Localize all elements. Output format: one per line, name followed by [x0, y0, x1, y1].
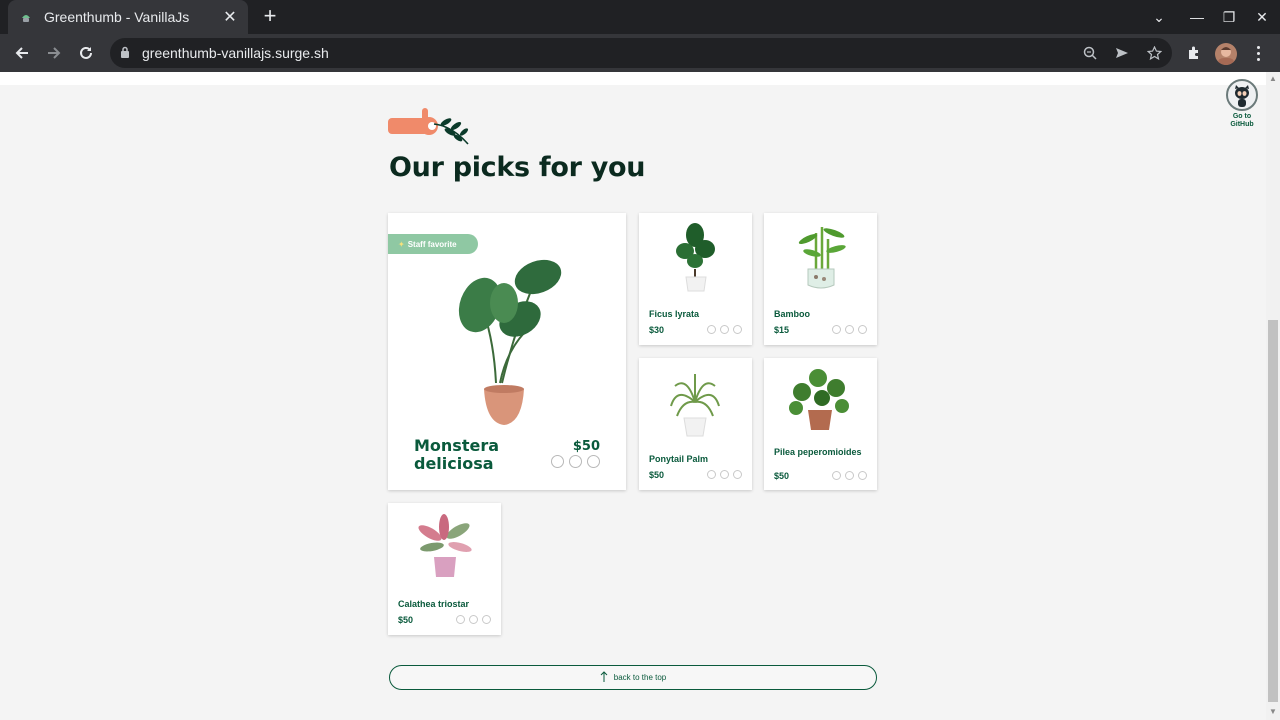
featured-plant-name: Monstera deliciosa	[414, 436, 500, 473]
plant-price: $15	[774, 325, 790, 335]
sun-icon	[720, 470, 729, 479]
plant-price: $50	[398, 615, 414, 625]
plant-card[interactable]: Ponytail Palm $50	[639, 358, 752, 490]
page-scrollbar[interactable]: ▲ ▼	[1266, 72, 1280, 720]
plant-name: Ficus lyrata	[649, 309, 700, 319]
close-window-icon[interactable]: ✕	[1250, 6, 1274, 28]
star-icon[interactable]	[1146, 45, 1162, 61]
badge-label: Staff favorite	[407, 239, 457, 249]
pet-icon	[832, 325, 841, 334]
address-bar[interactable]: greenthumb-vanillajs.surge.sh	[110, 38, 1172, 68]
restore-icon[interactable]: ❐	[1217, 6, 1241, 28]
pet-icon	[456, 615, 465, 624]
care-icons	[832, 471, 867, 480]
zoom-icon[interactable]	[1082, 45, 1098, 61]
staff-favorite-badge: ✦ Staff favorite	[388, 234, 478, 254]
plant-favicon-icon	[18, 9, 34, 25]
plant-name: Ponytail Palm	[649, 454, 709, 464]
plant-name: Bamboo	[774, 309, 810, 319]
arrow-up-icon	[600, 670, 608, 685]
pilea-image	[789, 369, 849, 430]
plant-price: $30	[649, 325, 665, 335]
header-strip	[0, 72, 1266, 85]
plant-name: Calathea triostar	[398, 599, 470, 609]
scrollbar-thumb[interactable]	[1268, 320, 1278, 702]
featured-plant-price: $50	[572, 439, 600, 454]
back-to-top-label: back to the top	[613, 673, 667, 682]
extensions-icon[interactable]	[1186, 45, 1202, 66]
ponytail-palm-image	[670, 374, 720, 437]
no-sun-icon	[469, 615, 478, 624]
care-icons	[456, 615, 491, 624]
tab-title: Greenthumb - VanillaJs	[44, 9, 190, 25]
ficus-image	[676, 223, 715, 292]
browser-tab-bar: Greenthumb - VanillaJs ✕ + ⌄ — ❐ ✕	[0, 0, 1280, 34]
reload-icon[interactable]	[74, 41, 98, 65]
plant-price: $50	[774, 471, 790, 481]
pet-icon	[832, 471, 841, 480]
no-sun-icon	[569, 455, 582, 468]
featured-plant-card[interactable]: ✦ Staff favorite Monstera deliciosa $50	[388, 213, 626, 490]
sparkle-icon: ✦	[398, 239, 405, 249]
github-octocat-icon	[1226, 79, 1258, 111]
tab-search-icon[interactable]: ⌄	[1147, 6, 1171, 28]
hand-plant-illustration-icon	[388, 104, 470, 151]
plant-card[interactable]: Ficus lyrata $30	[639, 213, 752, 345]
send-icon[interactable]	[1114, 45, 1130, 61]
water-drop-icon	[858, 325, 867, 334]
section-heading: Our picks for you	[389, 152, 646, 183]
browser-toolbar: greenthumb-vanillajs.surge.sh	[0, 34, 1280, 72]
new-tab-icon[interactable]: +	[258, 5, 282, 29]
care-icons	[707, 470, 742, 479]
github-link[interactable]: Go to GitHub	[1224, 79, 1260, 129]
water-drop-icon	[482, 615, 491, 624]
scroll-down-icon[interactable]: ▼	[1269, 708, 1277, 716]
url-text: greenthumb-vanillajs.surge.sh	[142, 45, 329, 61]
water-drop-icon	[587, 455, 600, 468]
care-icons	[707, 325, 742, 334]
back-icon[interactable]	[10, 41, 34, 65]
plant-card[interactable]: Bamboo $15	[764, 213, 877, 345]
monstera-image	[458, 259, 562, 425]
plant-name: Pilea peperomioides	[774, 447, 862, 457]
water-drop-icon	[733, 325, 742, 334]
plant-price: $50	[649, 470, 665, 480]
bamboo-image	[798, 227, 846, 289]
care-icons	[551, 455, 600, 468]
water-drop-icon	[733, 470, 742, 479]
github-label: Go to GitHub	[1230, 113, 1254, 128]
scroll-up-icon[interactable]: ▲	[1269, 75, 1277, 83]
close-tab-icon[interactable]: ✕	[222, 9, 238, 26]
pet-icon	[707, 470, 716, 479]
forward-icon[interactable]	[42, 41, 66, 65]
browser-menu-icon[interactable]	[1250, 41, 1266, 65]
sun-icon	[720, 325, 729, 334]
back-to-top-button[interactable]: back to the top	[389, 665, 877, 690]
profile-avatar[interactable]	[1215, 43, 1237, 65]
plant-card[interactable]: Pilea peperomioides $50	[764, 358, 877, 490]
plant-card[interactable]: Calathea triostar $50	[388, 503, 501, 635]
no-sun-icon	[845, 471, 854, 480]
page-viewport: Go to GitHub Our picks for you ✦ Staff f…	[0, 72, 1266, 720]
calathea-image	[418, 514, 472, 577]
pet-icon	[707, 325, 716, 334]
lock-icon	[120, 46, 130, 64]
sun-icon	[845, 325, 854, 334]
minimize-icon[interactable]: —	[1185, 6, 1209, 28]
care-icons	[832, 325, 867, 334]
browser-tab[interactable]: Greenthumb - VanillaJs ✕	[8, 0, 248, 34]
pet-icon	[551, 455, 564, 468]
water-drop-icon	[858, 471, 867, 480]
